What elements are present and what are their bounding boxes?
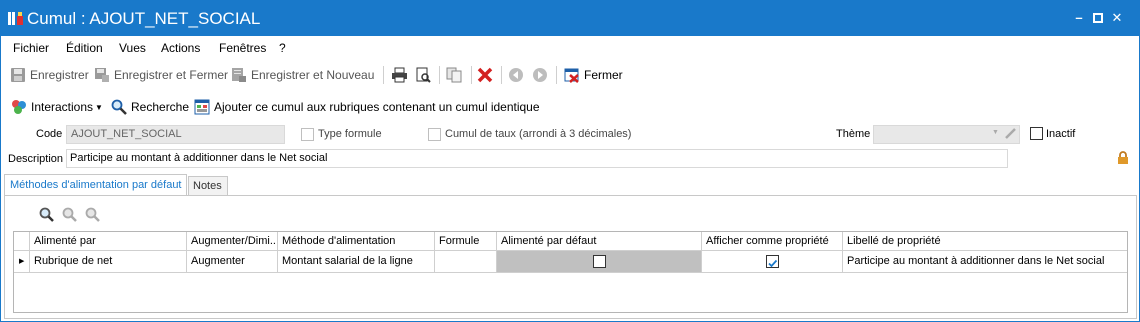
cell-libelle[interactable]: Participe au montant à additionner dans … — [843, 251, 1127, 273]
save-close-button[interactable]: Enregistrer et Fermer — [94, 66, 228, 84]
close-window-icon[interactable]: ✕ — [1109, 10, 1125, 26]
cell-alimente-par[interactable]: Rubrique de net — [30, 251, 187, 273]
menu-edition[interactable]: Édition — [66, 41, 103, 55]
cell-methode[interactable]: Montant salarial de la ligne — [278, 251, 435, 273]
afficher-propriete-checkbox[interactable] — [766, 255, 779, 268]
menu-help[interactable]: ? — [279, 41, 286, 55]
menu-actions[interactable]: Actions — [161, 41, 200, 55]
toolbar-separator — [556, 66, 557, 84]
close-doc-icon — [564, 68, 579, 83]
menu-vues[interactable]: Vues — [119, 41, 146, 55]
cumul-taux-checkbox[interactable] — [428, 128, 441, 141]
save-close-icon — [95, 68, 109, 82]
column-header[interactable]: Alimenté par défaut — [497, 232, 702, 251]
grid-search-next-icon[interactable] — [85, 207, 100, 222]
edit-icon[interactable] — [1004, 127, 1017, 140]
toolbar-separator — [471, 66, 472, 84]
column-header[interactable]: Formule — [435, 232, 497, 251]
methods-grid: Alimenté par Augmenter/Dimi... Méthode d… — [13, 231, 1128, 313]
cumul-taux-label: Cumul de taux (arrondi à 3 décimales) — [445, 128, 632, 140]
save-new-button[interactable]: Enregistrer et Nouveau — [231, 66, 374, 84]
save-button[interactable]: Enregistrer — [10, 66, 89, 84]
interactions-dropdown[interactable]: Interactions ▼ — [11, 98, 103, 116]
chevron-down-icon: ▼ — [992, 129, 999, 136]
delete-icon[interactable] — [477, 66, 494, 84]
print-icon[interactable] — [391, 66, 408, 84]
column-header[interactable]: Méthode d'alimentation — [278, 232, 435, 251]
description-label: Description — [8, 153, 64, 165]
column-header[interactable]: Alimenté par — [30, 232, 187, 251]
row-indicator-icon: ▶ — [14, 251, 30, 273]
theme-label: Thème — [836, 128, 871, 140]
column-header[interactable]: Libellé de propriété — [843, 232, 1127, 251]
cell-augmenter[interactable]: Augmenter — [187, 251, 278, 273]
cell-formule[interactable] — [435, 251, 497, 273]
title-bar: Cumul : AJOUT_NET_SOCIAL – ✕ — [1, 1, 1139, 36]
search-button[interactable]: Recherche — [111, 98, 189, 116]
add-cumul-button[interactable]: Ajouter ce cumul aux rubriques contenant… — [194, 98, 540, 116]
close-button[interactable]: Fermer — [564, 66, 623, 84]
next-icon[interactable] — [532, 66, 549, 84]
toolbar-separator — [383, 66, 384, 84]
column-header[interactable]: Augmenter/Dimi... — [187, 232, 278, 251]
search-icon — [111, 99, 127, 115]
code-field[interactable]: AJOUT_NET_SOCIAL — [66, 125, 285, 144]
chevron-down-icon: ▼ — [95, 102, 103, 112]
checkmark-icon — [768, 259, 778, 268]
save-new-icon — [232, 68, 246, 82]
menu-fichier[interactable]: Fichier — [13, 41, 49, 55]
maximize-icon[interactable] — [1090, 10, 1106, 26]
type-formule-label: Type formule — [318, 128, 382, 140]
app-icon — [8, 12, 23, 25]
grid-search-prev-icon[interactable] — [62, 207, 77, 222]
cumul-window: Cumul : AJOUT_NET_SOCIAL – ✕ Fichier Édi… — [0, 0, 1140, 322]
secondary-toolbar: Interactions ▼ Recherche Ajouter ce cumu… — [1, 93, 1139, 119]
code-label: Code — [36, 128, 63, 140]
save-icon — [11, 68, 25, 82]
inactif-checkbox[interactable] — [1030, 127, 1043, 140]
tab-notes[interactable]: Notes — [188, 176, 228, 196]
toolbar-separator — [501, 66, 502, 84]
cell-alimente-defaut[interactable] — [497, 251, 702, 273]
row-indicator-header — [14, 232, 30, 251]
cell-afficher-propriete[interactable] — [702, 251, 843, 273]
menu-fenetres[interactable]: Fenêtres — [219, 41, 266, 55]
grid-search-icon[interactable] — [39, 207, 54, 222]
print-preview-icon[interactable] — [415, 66, 432, 84]
column-header[interactable]: Afficher comme propriété — [702, 232, 843, 251]
alimente-defaut-checkbox[interactable] — [593, 255, 606, 268]
description-field[interactable]: Participe au montant à additionner dans … — [66, 149, 1008, 168]
interactions-icon — [12, 100, 26, 114]
toolbar-separator — [439, 66, 440, 84]
add-cumul-icon — [194, 99, 210, 115]
type-formule-checkbox[interactable] — [301, 128, 314, 141]
main-toolbar: Enregistrer Enregistrer et Fermer Enregi… — [1, 61, 1139, 89]
window-title: Cumul : AJOUT_NET_SOCIAL — [27, 9, 261, 28]
menu-bar: Fichier Édition Vues Actions Fenêtres ? — [1, 37, 1139, 59]
inactif-label: Inactif — [1046, 128, 1076, 140]
lock-icon[interactable] — [1117, 151, 1129, 165]
minimize-icon[interactable]: – — [1071, 10, 1087, 26]
previous-icon[interactable] — [508, 66, 525, 84]
copy-icon[interactable] — [446, 66, 463, 84]
tab-methodes[interactable]: Méthodes d'alimentation par défaut — [4, 174, 187, 196]
